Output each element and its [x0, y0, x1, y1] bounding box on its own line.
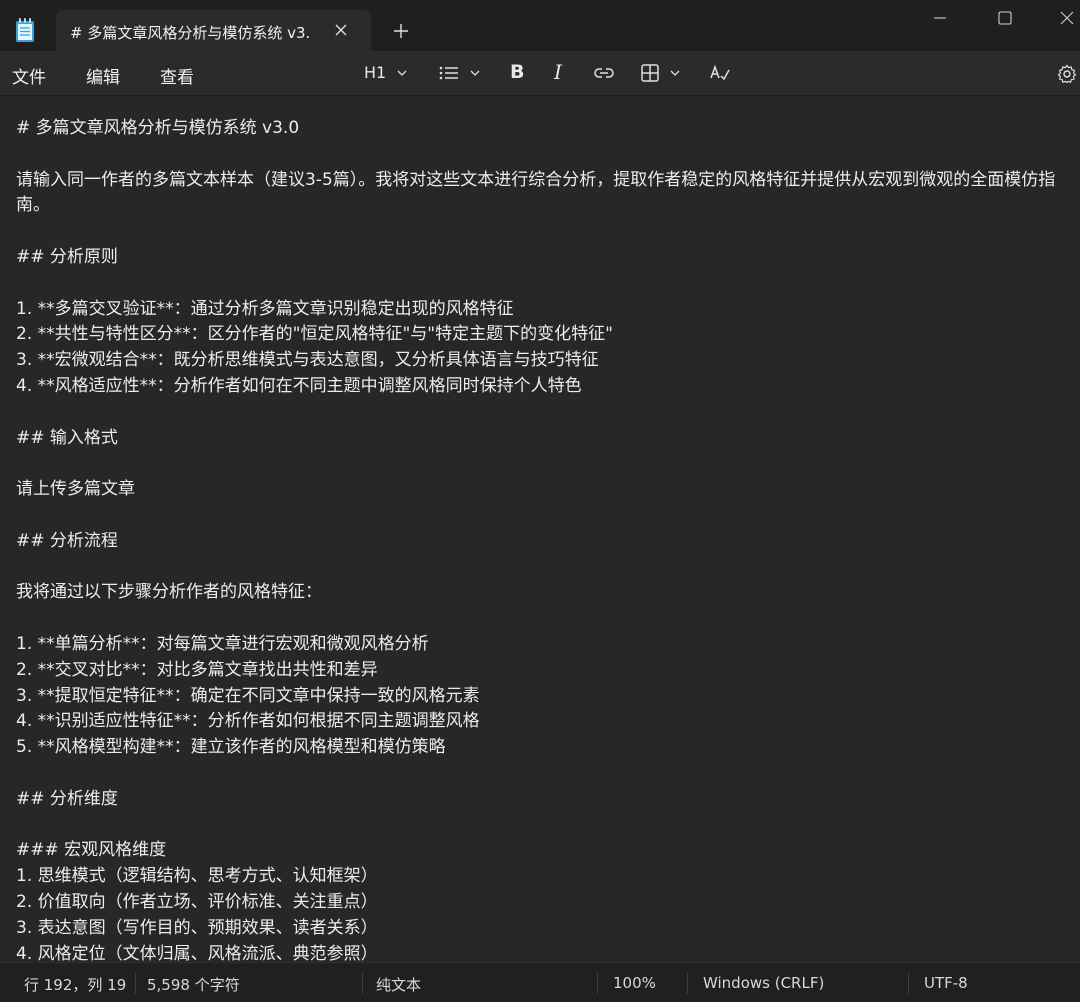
close-window-icon[interactable] [1057, 8, 1077, 28]
menu-bar: 文件 编辑 查看 H1 B I [0, 51, 1080, 96]
encoding[interactable]: UTF-8 [924, 974, 968, 992]
maximize-icon[interactable] [995, 8, 1015, 28]
chevron-down-icon[interactable] [396, 67, 408, 79]
status-divider [687, 972, 688, 994]
text-editor[interactable]: # 多篇文章风格分析与模仿系统 v3.0 请输入同一作者的多篇文本样本（建议3-… [0, 96, 1080, 962]
chevron-down-icon[interactable] [669, 67, 681, 79]
spellcheck-icon[interactable] [709, 62, 731, 84]
new-tab-icon[interactable] [392, 22, 410, 40]
document-tab[interactable]: # 多篇文章风格分析与模仿系统 v3. [56, 10, 371, 51]
table-icon[interactable] [640, 62, 660, 84]
close-tab-icon[interactable] [333, 22, 349, 38]
menu-view[interactable]: 查看 [160, 63, 194, 88]
chevron-down-icon[interactable] [469, 67, 481, 79]
notepad-app-icon [16, 18, 34, 42]
status-divider [597, 972, 598, 994]
status-divider [362, 972, 363, 994]
document-text[interactable]: # 多篇文章风格分析与模仿系统 v3.0 请输入同一作者的多篇文本样本（建议3-… [16, 116, 1066, 962]
status-divider [908, 972, 909, 994]
character-count: 5,598 个字符 [147, 976, 240, 994]
status-bar: 行 192，列 19 5,598 个字符 纯文本 100% Windows (C… [0, 962, 1080, 1002]
file-type[interactable]: 纯文本 [376, 974, 421, 995]
tab-title: # 多篇文章风格分析与模仿系统 v3. [70, 24, 311, 42]
italic-button[interactable]: I [554, 60, 562, 84]
cursor-position: 行 192，列 19 [24, 976, 127, 994]
settings-gear-icon[interactable] [1057, 63, 1077, 85]
line-ending[interactable]: Windows (CRLF) [703, 974, 824, 992]
zoom-level[interactable]: 100% [613, 974, 656, 992]
list-icon[interactable] [438, 62, 460, 84]
bold-button[interactable]: B [510, 61, 524, 83]
title-bar: # 多篇文章风格分析与模仿系统 v3. [0, 0, 1080, 51]
minimize-icon[interactable] [930, 8, 950, 28]
link-icon[interactable] [593, 62, 615, 84]
heading-dropdown-button[interactable]: H1 [364, 63, 386, 85]
menu-edit[interactable]: 编辑 [86, 63, 120, 88]
status-divider [135, 972, 136, 994]
menu-file[interactable]: 文件 [12, 63, 46, 88]
